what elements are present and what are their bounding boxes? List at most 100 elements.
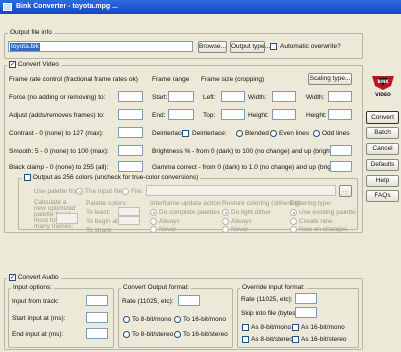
contrast-input[interactable] bbox=[118, 127, 143, 138]
force-input[interactable] bbox=[118, 91, 143, 102]
restore-always-label: Always bbox=[231, 218, 252, 225]
rate-label: Rate (11025, etc): bbox=[122, 298, 174, 305]
convert-audio-label: Convert Audio bbox=[17, 274, 59, 282]
palette-row-least: To least: bbox=[86, 209, 111, 216]
interframe-never-radio[interactable] bbox=[150, 226, 157, 233]
help-button[interactable]: Help bbox=[366, 175, 399, 187]
dither-create-radio[interactable] bbox=[290, 218, 297, 225]
end-input-ms-input[interactable] bbox=[86, 328, 108, 339]
height2-input[interactable] bbox=[328, 109, 352, 120]
dither-new-radio[interactable] bbox=[290, 226, 297, 233]
in-8-stereo-label: As 8-bit/stereo bbox=[251, 336, 293, 343]
restore-never-radio[interactable] bbox=[222, 226, 229, 233]
convert-video-checkbox[interactable]: ✓ bbox=[9, 61, 16, 68]
palette-colors-label: Palette colors: bbox=[86, 200, 128, 207]
browse-button[interactable]: Browse... bbox=[198, 41, 227, 53]
scaling-type-button[interactable]: Scaling type... bbox=[308, 73, 352, 85]
end-input[interactable] bbox=[168, 109, 194, 120]
frame-size-label: Frame size (cropping) bbox=[201, 76, 265, 83]
override-label: Override input format: bbox=[240, 284, 307, 291]
convert-button[interactable]: Convert bbox=[366, 111, 399, 124]
palette-least-input[interactable] bbox=[118, 207, 140, 216]
height-label: Height: bbox=[248, 112, 269, 119]
dither-new-label: New on changes bbox=[299, 226, 348, 233]
batch-button[interactable]: Batch bbox=[366, 127, 399, 139]
interframe-label: Interframe update action: bbox=[150, 200, 223, 207]
left-input[interactable] bbox=[221, 91, 245, 102]
deinterlace-checkbox[interactable] bbox=[182, 130, 189, 137]
deint-odd-label: Odd lines bbox=[322, 130, 350, 137]
height-input[interactable] bbox=[272, 109, 296, 120]
calc-frames-input[interactable] bbox=[56, 213, 78, 224]
interframe-always-label: Always bbox=[159, 218, 180, 225]
convert-audio-checkbox[interactable]: ✓ bbox=[9, 274, 16, 281]
interframe-always-radio[interactable] bbox=[150, 218, 157, 225]
out-8-mono-radio[interactable] bbox=[123, 316, 130, 323]
app-icon bbox=[3, 3, 12, 11]
restore-light-radio[interactable] bbox=[222, 209, 229, 216]
top-input[interactable] bbox=[221, 109, 245, 120]
in-16-stereo-checkbox[interactable] bbox=[292, 336, 299, 343]
input-track-input[interactable] bbox=[86, 295, 108, 306]
output-filename-input[interactable]: toyota.bik bbox=[8, 41, 193, 52]
overwrite-label: Automatic overwrite? bbox=[280, 43, 341, 50]
restore-light-label: Do light dither bbox=[231, 209, 272, 216]
palette-input-file-radio[interactable] bbox=[76, 188, 83, 195]
skip-label: Skip into file (bytes): bbox=[241, 310, 300, 317]
restore-always-radio[interactable] bbox=[222, 218, 229, 225]
defaults-button[interactable]: Defaults bbox=[366, 159, 399, 171]
in-8-stereo-checkbox[interactable] bbox=[242, 336, 249, 343]
out-16-stereo-radio[interactable] bbox=[174, 331, 181, 338]
brightness-input[interactable] bbox=[330, 145, 352, 156]
interframe-complete-radio[interactable] bbox=[150, 209, 157, 216]
deint-even-radio[interactable] bbox=[270, 130, 277, 137]
override-rate-input[interactable] bbox=[295, 293, 317, 304]
dither-existing-radio[interactable] bbox=[290, 209, 297, 216]
start-input-ms-input[interactable] bbox=[86, 312, 108, 323]
width2-input[interactable] bbox=[328, 91, 352, 102]
out-16-stereo-label: To 16-bit/stereo bbox=[183, 331, 228, 338]
video-legend: ✓ Convert Video bbox=[7, 61, 61, 69]
skip-input[interactable] bbox=[295, 307, 317, 318]
dither-existing-label: Use existing palette bbox=[299, 209, 356, 216]
gamma-label: Gamma correct - from 0 (dark) to 1.0 (no… bbox=[152, 164, 341, 171]
palette-row-share: To share: bbox=[86, 227, 113, 234]
output-filename-value: toyota.bik bbox=[10, 43, 40, 51]
deinterlace-field-label: Deinterlace: bbox=[192, 130, 227, 137]
contrast-label: Contrast - 0 (none) to 127 (max): bbox=[9, 130, 104, 137]
faqs-button[interactable]: FAQs bbox=[366, 190, 399, 202]
cancel-button[interactable]: Cancel bbox=[366, 143, 399, 155]
palette-file-input[interactable] bbox=[146, 185, 336, 196]
smooth-label: Smooth: 5 - 0 (none) to 100 (max): bbox=[9, 148, 109, 155]
in-16-mono-checkbox[interactable] bbox=[292, 324, 299, 331]
rate-input[interactable] bbox=[178, 295, 200, 306]
overwrite-checkbox[interactable] bbox=[270, 43, 277, 50]
width-input[interactable] bbox=[272, 91, 296, 102]
black-clamp-input[interactable] bbox=[118, 161, 143, 172]
output-256-checkbox[interactable] bbox=[24, 174, 31, 181]
palette-file-radio[interactable] bbox=[122, 188, 129, 195]
palette-file-label: File: bbox=[131, 188, 144, 195]
output-type-button[interactable]: Output type... bbox=[230, 41, 270, 53]
out-16-mono-label: To 16-bit/mono bbox=[183, 316, 226, 323]
in-16-stereo-label: As 16-bit/stereo bbox=[301, 336, 347, 343]
palette-legend: Output as 256 colors (uncheck for true-c… bbox=[22, 174, 201, 182]
palette-row-begin: To begin at: bbox=[86, 218, 120, 225]
end-input-label: End input at (ms): bbox=[12, 331, 64, 338]
deint-odd-radio[interactable] bbox=[313, 130, 320, 137]
out-8-stereo-radio[interactable] bbox=[123, 331, 130, 338]
smooth-input[interactable] bbox=[118, 145, 143, 156]
out-8-mono-label: To 8-bit/mono bbox=[132, 316, 172, 323]
adjust-input[interactable] bbox=[118, 109, 143, 120]
out-16-mono-radio[interactable] bbox=[174, 316, 181, 323]
start-input-label: Start input at (ms): bbox=[12, 315, 66, 322]
gamma-input[interactable] bbox=[330, 161, 352, 172]
black-clamp-label: Black clamp - 0 (none) to 255 (all): bbox=[9, 164, 109, 171]
deint-blended-radio[interactable] bbox=[236, 130, 243, 137]
left-label: Left: bbox=[203, 94, 216, 101]
start-input[interactable] bbox=[168, 91, 194, 102]
in-8-mono-checkbox[interactable] bbox=[242, 324, 249, 331]
palette-browse-button[interactable]: ... bbox=[339, 185, 352, 197]
dither-label: Dithering type: bbox=[290, 200, 332, 207]
palette-begin-input[interactable] bbox=[118, 216, 140, 225]
